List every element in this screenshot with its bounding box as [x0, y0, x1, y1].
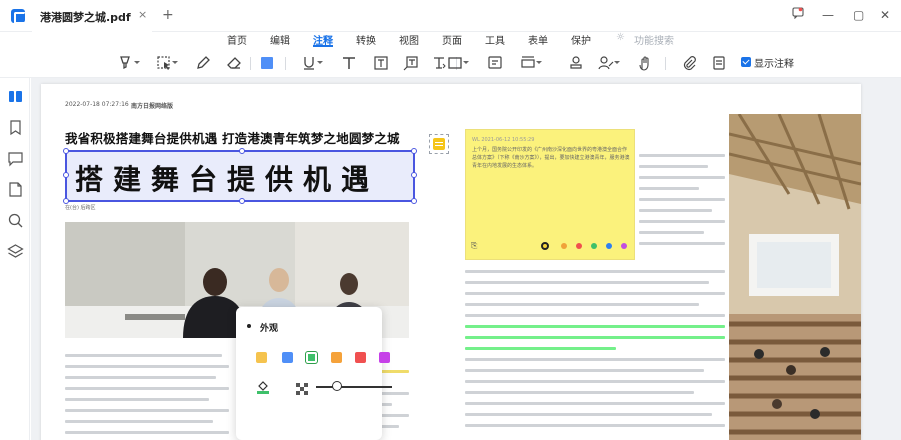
- document-canvas[interactable]: 2022-07-18 07:27:16 南方日报网络版 我省积极搭建舞台提供机遇…: [31, 78, 901, 440]
- color-block-icon[interactable]: [258, 54, 276, 72]
- highlight-icon[interactable]: [117, 54, 140, 72]
- rectangle-icon[interactable]: [446, 54, 469, 72]
- resize-handle[interactable]: [63, 172, 69, 178]
- pdf-page: 2022-07-18 07:27:16 南方日报网络版 我省积极搭建舞台提供机遇…: [41, 84, 861, 440]
- selected-text-annotation[interactable]: 搭建舞台提供机遇: [63, 148, 417, 204]
- body-text-column-3: [465, 270, 725, 440]
- menu-comment[interactable]: 注释: [313, 32, 333, 47]
- note-color-purple[interactable]: [621, 243, 627, 249]
- signature-icon[interactable]: [597, 54, 620, 72]
- resize-handle[interactable]: [411, 148, 417, 154]
- note-body[interactable]: 上个月，国务院公开印发的《广州南沙深化面向世界的粤港澳全面合作总体方案》（下称《…: [472, 146, 630, 170]
- show-annotations-checkbox[interactable]: [741, 57, 751, 67]
- caption-text: 在(台) 后跨区: [65, 205, 96, 211]
- article-date: 2022-07-18 07:27:16: [65, 101, 129, 108]
- article-headline: 我省积极搭建舞台提供机遇 打造港澳青年筑梦之地圆梦之城: [65, 131, 400, 146]
- note-color-green[interactable]: [591, 243, 597, 249]
- menu-home[interactable]: 首页: [227, 32, 247, 47]
- swatch-green[interactable]: [306, 352, 317, 363]
- menu-form[interactable]: 表单: [528, 32, 548, 47]
- menu-view[interactable]: 视图: [399, 32, 419, 47]
- thumbnails-icon[interactable]: [7, 88, 24, 105]
- resize-handle[interactable]: [239, 148, 245, 154]
- swatch-orange[interactable]: [331, 352, 342, 363]
- resize-handle[interactable]: [411, 172, 417, 178]
- textbox-icon[interactable]: [372, 54, 390, 72]
- opacity-slider[interactable]: [316, 386, 392, 388]
- toolbar-divider: [285, 57, 286, 70]
- swatch-purple[interactable]: [379, 352, 390, 363]
- stamp-icon[interactable]: [567, 54, 585, 72]
- app-window: 港港圆梦之城.pdf × + — ▢ ✕ 首页 编辑 注释 转换 视图 页面 工…: [0, 0, 901, 440]
- appearance-title: 外观: [260, 324, 279, 334]
- menu-convert[interactable]: 转换: [356, 32, 376, 47]
- feature-search[interactable]: 功能搜索: [634, 32, 674, 47]
- opacity-slider-knob[interactable]: [332, 381, 342, 391]
- resize-handle[interactable]: [411, 198, 417, 204]
- note-color-red[interactable]: [576, 243, 582, 249]
- note-color-orange[interactable]: [561, 243, 567, 249]
- attachment-page-icon[interactable]: [7, 181, 24, 198]
- big-title-text: 搭建舞台提供机遇: [75, 163, 380, 196]
- fill-color-icon[interactable]: [256, 379, 272, 398]
- app-logo-icon: [11, 9, 26, 24]
- area-measure-icon[interactable]: [519, 54, 542, 72]
- document-tab-title: 港港圆梦之城.pdf: [40, 11, 131, 24]
- hand-icon[interactable]: [636, 54, 654, 72]
- toolbar-divider: [250, 57, 251, 70]
- menu-protect[interactable]: 保护: [571, 32, 591, 47]
- note-color-blue[interactable]: [606, 243, 612, 249]
- feedback-icon[interactable]: [792, 6, 804, 24]
- body-text-column-1: [65, 354, 229, 440]
- bookmark-icon[interactable]: [7, 119, 24, 136]
- text-icon[interactable]: [340, 54, 358, 72]
- left-sidebar: [0, 78, 30, 440]
- menu-bar: 首页 编辑 注释 转换 视图 页面 工具 表单 保护 ☼ 功能搜索: [0, 32, 901, 47]
- underline-icon[interactable]: [300, 54, 323, 72]
- swatch-yellow[interactable]: [256, 352, 267, 363]
- close-tab-icon[interactable]: ×: [138, 8, 147, 21]
- swatch-red[interactable]: [355, 352, 366, 363]
- body-text-column-3-top: [639, 154, 725, 264]
- attachment-icon[interactable]: [680, 54, 698, 72]
- maximize-button[interactable]: ▢: [853, 6, 864, 24]
- minimize-button[interactable]: —: [822, 6, 834, 24]
- eraser-icon[interactable]: [225, 54, 243, 72]
- annotation-list-icon[interactable]: [710, 54, 728, 72]
- article-publisher: 南方日报网络版: [131, 103, 174, 110]
- area-highlight-icon[interactable]: [155, 54, 178, 72]
- note-color-yellow[interactable]: [541, 242, 549, 250]
- swatch-blue[interactable]: [282, 352, 293, 363]
- lecture-hall-photo: [729, 114, 861, 440]
- comment-icon[interactable]: [7, 150, 24, 167]
- new-tab-button[interactable]: +: [162, 7, 174, 23]
- note-copy-icon[interactable]: ⎘: [471, 241, 477, 251]
- show-annotations-label: 显示注释: [754, 59, 794, 70]
- appearance-panel: 外观: [236, 307, 392, 440]
- resize-handle[interactable]: [239, 198, 245, 204]
- appearance-controls-row: [236, 373, 392, 403]
- note-marker-icon[interactable]: [429, 134, 449, 154]
- pencil-icon[interactable]: [194, 54, 212, 72]
- document-tab[interactable]: 港港圆梦之城.pdf ×: [32, 0, 152, 32]
- panel-bullet: [247, 324, 251, 328]
- menu-page[interactable]: 页面: [442, 32, 462, 47]
- search-icon[interactable]: [7, 212, 24, 229]
- opacity-icon[interactable]: [296, 380, 308, 399]
- note-icon[interactable]: [486, 54, 504, 72]
- lightbulb-icon: ☼: [616, 32, 625, 43]
- menu-tools[interactable]: 工具: [485, 32, 505, 47]
- menu-edit[interactable]: 编辑: [270, 32, 290, 47]
- close-window-button[interactable]: ✕: [880, 6, 890, 24]
- callout-icon[interactable]: [402, 54, 420, 72]
- note-color-picker: ⎘: [465, 240, 635, 252]
- toolbar-divider: [665, 57, 666, 70]
- resize-handle[interactable]: [63, 148, 69, 154]
- note-header: WL 2021-06-12 10:55:29: [472, 137, 535, 143]
- tab-bar: 港港圆梦之城.pdf × + — ▢ ✕: [0, 0, 901, 32]
- layers-icon[interactable]: [7, 243, 24, 260]
